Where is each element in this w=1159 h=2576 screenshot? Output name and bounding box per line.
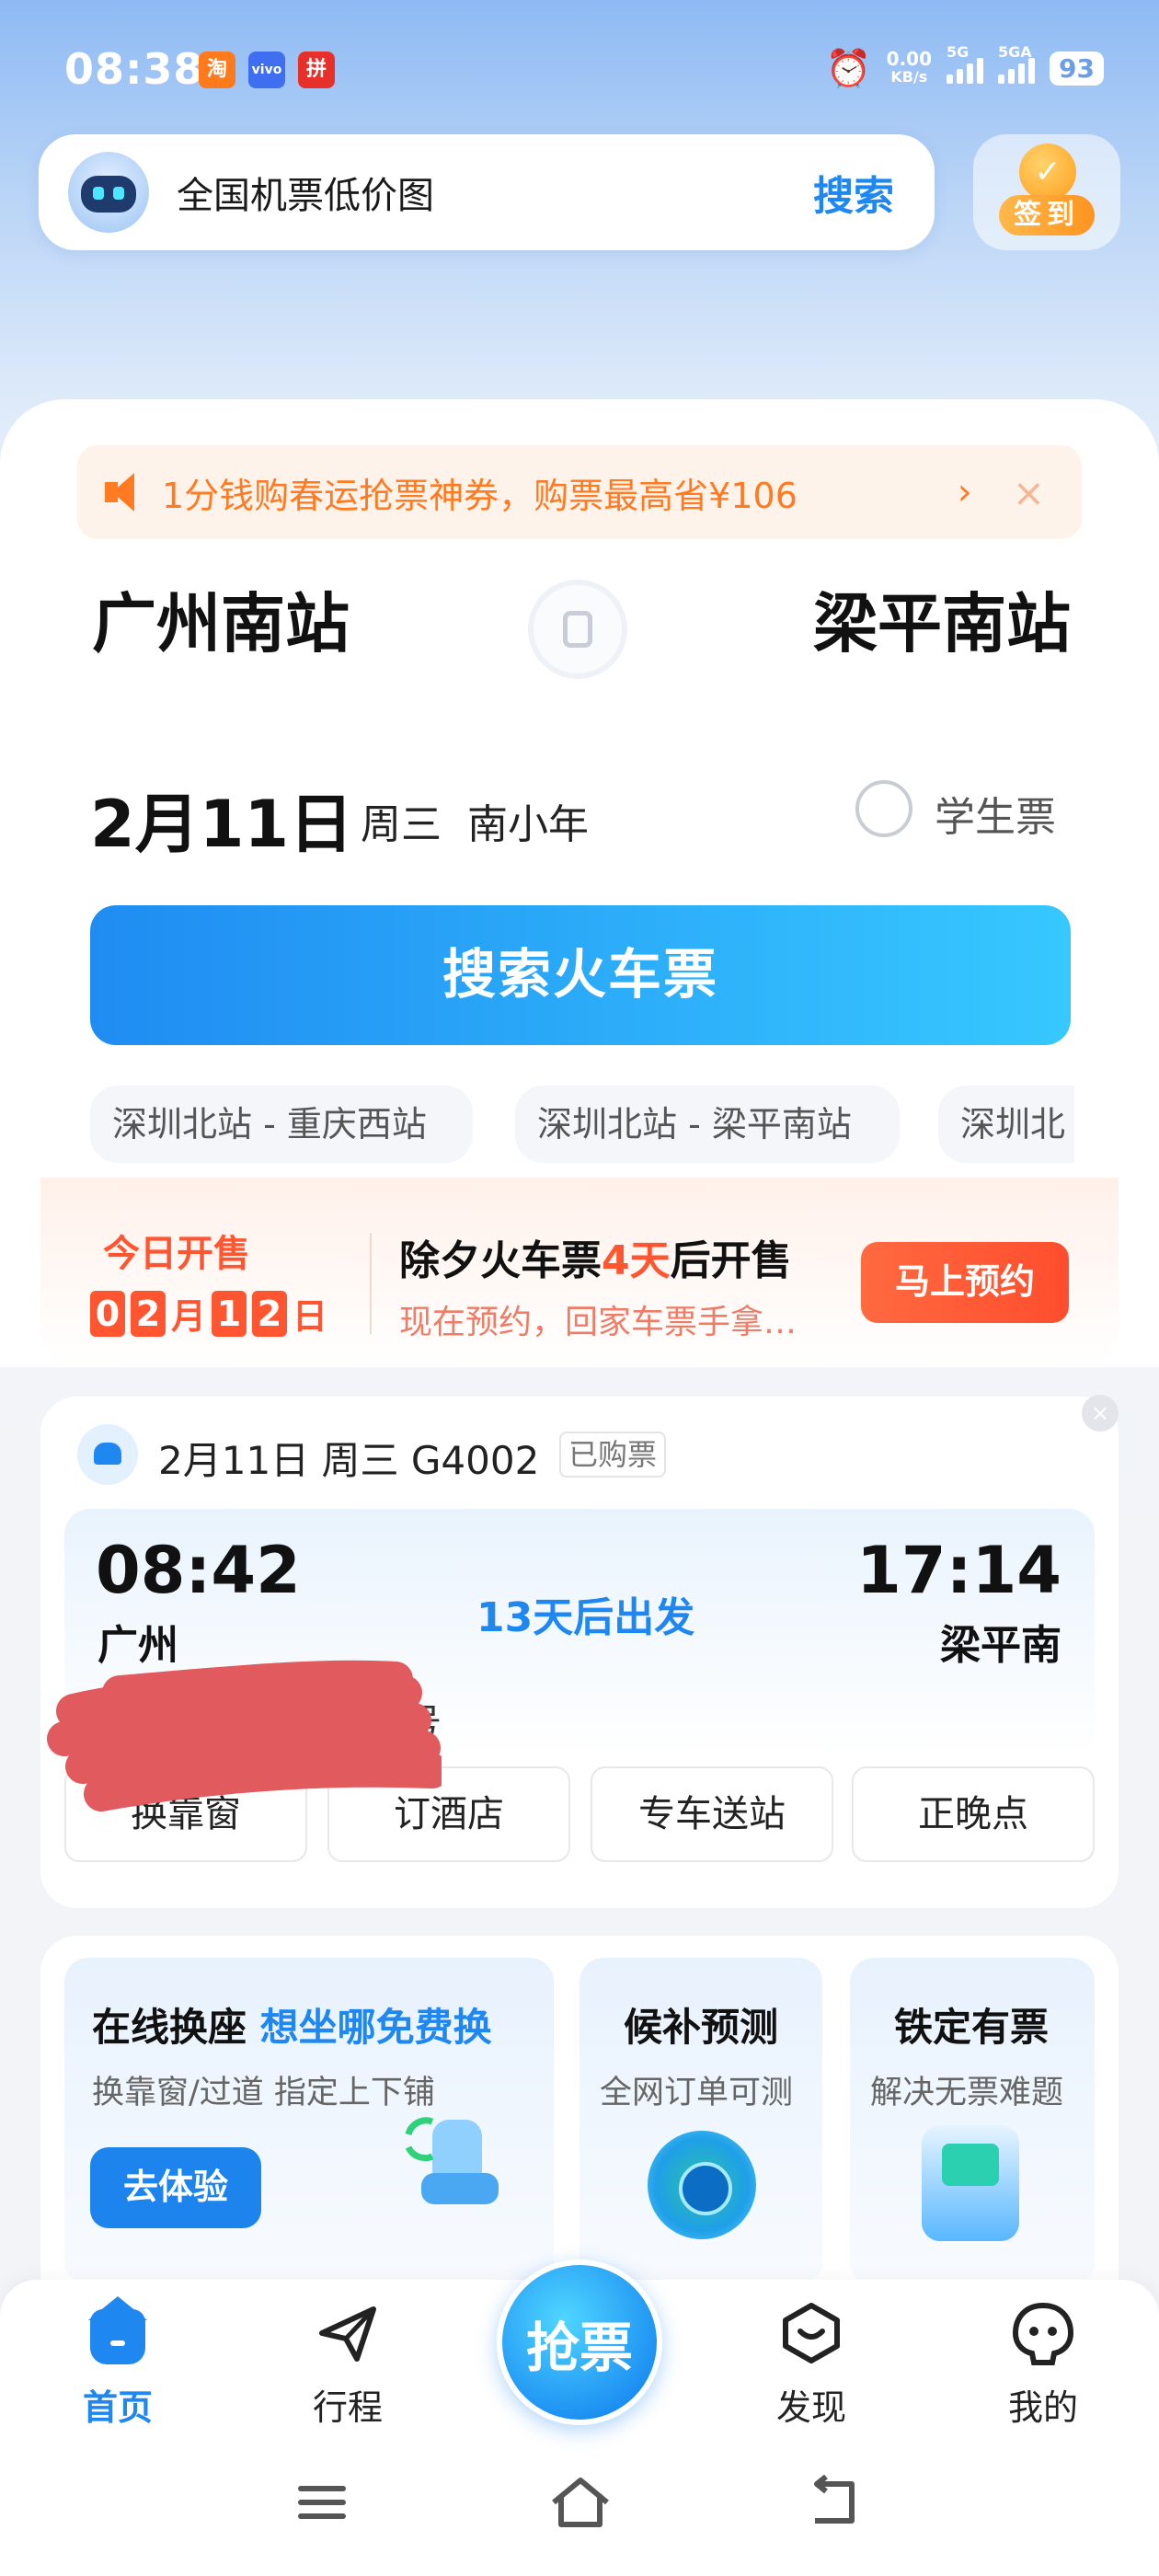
trip-header: 2月11日 周三 G4002: [158, 1438, 540, 1483]
nav-discover-label: 发现: [775, 2387, 846, 2428]
nav-trip-label: 行程: [312, 2387, 383, 2428]
seat-icon: [405, 2117, 499, 2204]
redaction-scribble: [47, 1660, 442, 1811]
student-ticket-label[interactable]: 学生票: [935, 784, 1056, 843]
notice-text[interactable]: 1分钱购春运抢票神券，购票最高省¥106: [162, 467, 958, 518]
nav-mine[interactable]: 我的: [979, 2300, 1107, 2430]
pinduoduo-app-icon: 拼: [298, 52, 335, 88]
discover-icon: [778, 2300, 844, 2366]
search-placeholder[interactable]: 全国机票低价图: [177, 166, 813, 219]
student-ticket-radio[interactable]: [855, 780, 912, 837]
profile-face-icon: [1010, 2300, 1076, 2366]
divider: [370, 1233, 372, 1334]
nav-home-label: 首页: [82, 2387, 153, 2428]
travel-date-detail[interactable]: 周三 南小年: [361, 791, 589, 850]
nav-home[interactable]: 首页: [53, 2296, 182, 2430]
paper-plane-icon: [315, 2300, 381, 2366]
arrival-station[interactable]: 梁平南站: [813, 572, 1071, 665]
nav-discover[interactable]: 发现: [747, 2300, 876, 2430]
departure-station[interactable]: 广州南站: [92, 572, 350, 665]
sale-date: 02月12日: [90, 1288, 327, 1339]
sale-today-label: 今日开售: [103, 1233, 250, 1275]
battery-indicator: 93: [1050, 51, 1104, 86]
home-icon: [85, 2296, 151, 2366]
waitlist-prediction-subtitle: 全网订单可测: [600, 2075, 794, 2111]
guaranteed-ticket-title: 铁定有票: [894, 2005, 1050, 2050]
checkmark-medal-icon: ✓: [1019, 144, 1076, 201]
try-now-button[interactable]: 去体验: [90, 2147, 261, 2228]
speaker-icon: [103, 469, 149, 515]
sale-title: 除夕火车票4天后开售: [399, 1237, 792, 1284]
arrival-time: 17:14: [856, 1533, 1061, 1608]
trip-arrival-station: 梁平南: [940, 1622, 1061, 1669]
signal-5g-icon: 5G: [947, 43, 984, 84]
high-speed-train-icon: [77, 1424, 138, 1485]
reserve-button[interactable]: 马上预约: [861, 1242, 1069, 1323]
vivo-app-icon: vivo: [248, 52, 285, 88]
back-icon[interactable]: [806, 2474, 861, 2544]
delay-status-button[interactable]: 正晚点: [852, 1766, 1095, 1862]
train-icon: [563, 611, 592, 648]
seat-swap-title: 在线换座 想坐哪免费换: [92, 2005, 492, 2050]
ticket-machine-icon: [922, 2125, 1019, 2241]
history-route-3[interactable]: 深圳北: [938, 1086, 1074, 1163]
purchased-badge: 已购票: [559, 1432, 667, 1478]
swap-stations-button[interactable]: [528, 580, 627, 679]
seat-swap-subtitle: 换靠窗/过道 指定上下铺: [92, 2075, 435, 2111]
taobao-app-icon: 淘: [199, 52, 235, 88]
signin-button[interactable]: ✓ 签到: [973, 134, 1120, 250]
signin-label: 签到: [999, 195, 1095, 236]
search-train-button[interactable]: 搜索火车票: [90, 905, 1071, 1045]
search-button[interactable]: 搜索: [813, 163, 894, 222]
nav-mine-label: 我的: [1007, 2387, 1078, 2428]
waitlist-prediction-title: 候补预测: [624, 2005, 779, 2050]
car-to-station-button[interactable]: 专车送站: [591, 1766, 833, 1862]
robot-assistant-icon[interactable]: [68, 152, 149, 233]
nav-trip[interactable]: 行程: [283, 2300, 412, 2430]
guaranteed-ticket-subtitle: 解决无票难题: [870, 2075, 1064, 2111]
system-home-icon[interactable]: [548, 2475, 613, 2544]
travel-date[interactable]: 2月11日: [90, 773, 353, 866]
status-time: 08:38: [64, 44, 204, 94]
flight-search-bar[interactable]: 全国机票低价图 搜索: [39, 134, 935, 250]
status-bar: 08:38 淘 vivo 拼 ⏰ 0.00 KB/s 5G 5GA 93: [0, 0, 1159, 138]
chevron-right-icon[interactable]: ›: [958, 471, 972, 513]
sale-subtitle: 现在预约，回家车票手拿…: [399, 1304, 798, 1341]
departure-countdown: 13天后出发: [476, 1594, 695, 1641]
alarm-icon: ⏰: [825, 47, 872, 90]
close-icon[interactable]: ×: [1082, 1395, 1119, 1432]
grab-ticket-button[interactable]: 抢票: [497, 2260, 662, 2425]
close-icon[interactable]: ×: [1013, 470, 1045, 515]
menu-icon[interactable]: [294, 2475, 350, 2544]
network-speed: 0.00 KB/s: [886, 48, 933, 86]
history-route-2[interactable]: 深圳北站 - 梁平南站: [515, 1086, 900, 1163]
status-right: ⏰ 0.00 KB/s 5G 5GA 93: [826, 42, 1104, 94]
history-route-1[interactable]: 深圳北站 - 重庆西站: [90, 1086, 473, 1163]
radar-gauge-icon: [648, 2131, 756, 2239]
departure-time: 08:42: [96, 1533, 301, 1608]
signal-5ga-icon: 5GA: [998, 43, 1036, 84]
promo-notice[interactable]: 1分钱购春运抢票神券，购票最高省¥106 › ×: [77, 445, 1082, 539]
